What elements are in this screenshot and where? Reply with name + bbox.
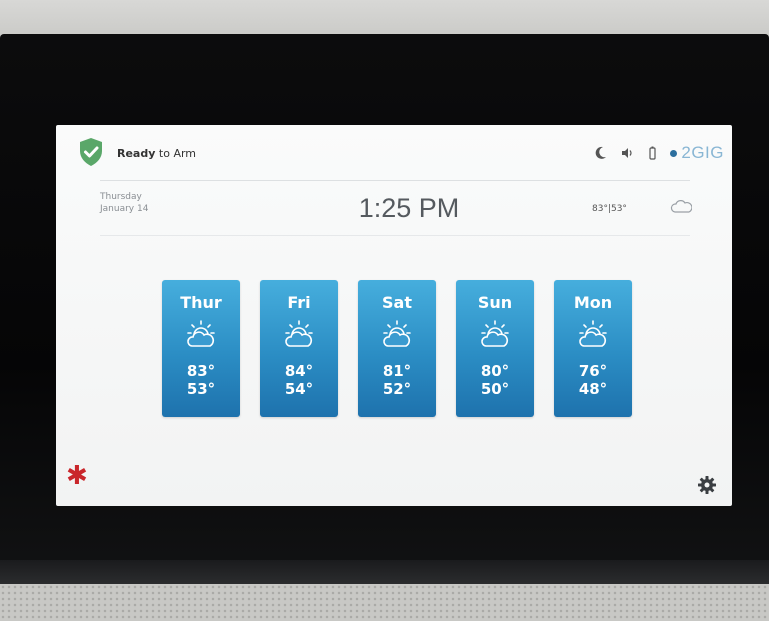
moon-icon[interactable] [595,146,607,160]
touchscreen: Ready to Arm 2GIG Thursday January 14 1:… [56,125,732,506]
forecast-card-sun[interactable]: Sun 80° 50° [456,280,534,417]
partly-cloudy-icon [285,320,313,347]
status-bar: Ready to Arm 2GIG [56,125,732,177]
divider [100,235,690,236]
forecast-card-fri[interactable]: Fri 84° 54° [260,280,338,417]
forecast-high: 84° [284,362,314,380]
shield-check-icon[interactable] [78,137,104,167]
forecast-low: 54° [284,380,314,398]
brand-logo-mark [670,150,678,158]
forecast-day: Fri [287,293,311,312]
forecast-high: 83° [186,362,216,380]
panel-edge [0,560,769,584]
forecast-low: 53° [186,380,216,398]
forecast-card-sat[interactable]: Sat 81° 52° [358,280,436,417]
forecast: Thur 83° 53° Fri 84° 54° Sat 81° 52° Sun… [162,280,632,417]
forecast-high: 81° [382,362,412,380]
partly-cloudy-icon [579,320,607,347]
current-temperature[interactable]: 83°|53° [592,204,627,214]
speaker-icon[interactable] [621,147,635,159]
speaker-grille [0,584,769,621]
gear-icon[interactable] [697,475,717,495]
time-label: 1:25 PM [358,193,460,223]
forecast-day: Mon [573,293,613,312]
forecast-low: 48° [578,380,608,398]
forecast-card-thur[interactable]: Thur 83° 53° [162,280,240,417]
ready-label: Ready [117,147,156,160]
partly-cloudy-icon [187,320,215,347]
partly-cloudy-icon [383,320,411,347]
clock: 1:25 PM [56,193,732,224]
arm-status[interactable]: Ready to Arm [117,147,196,160]
forecast-high: 76° [578,362,608,380]
partly-cloudy-icon[interactable] [670,197,692,215]
status-icons: 2GIG [595,143,724,163]
brand-name: 2GIG [681,143,724,162]
brand-logo: 2GIG [670,143,724,163]
arm-label: to Arm [158,147,197,160]
forecast-day: Thur [180,293,222,312]
battery-icon[interactable] [649,146,656,160]
forecast-day: Sat [382,293,412,312]
forecast-card-mon[interactable]: Mon 76° 48° [554,280,632,417]
forecast-low: 52° [382,380,412,398]
forecast-low: 50° [480,380,510,398]
partly-cloudy-icon [481,320,509,347]
forecast-high: 80° [480,362,510,380]
asterisk-icon[interactable]: ✱ [66,463,88,489]
forecast-day: Sun [477,293,513,312]
divider [100,180,690,181]
